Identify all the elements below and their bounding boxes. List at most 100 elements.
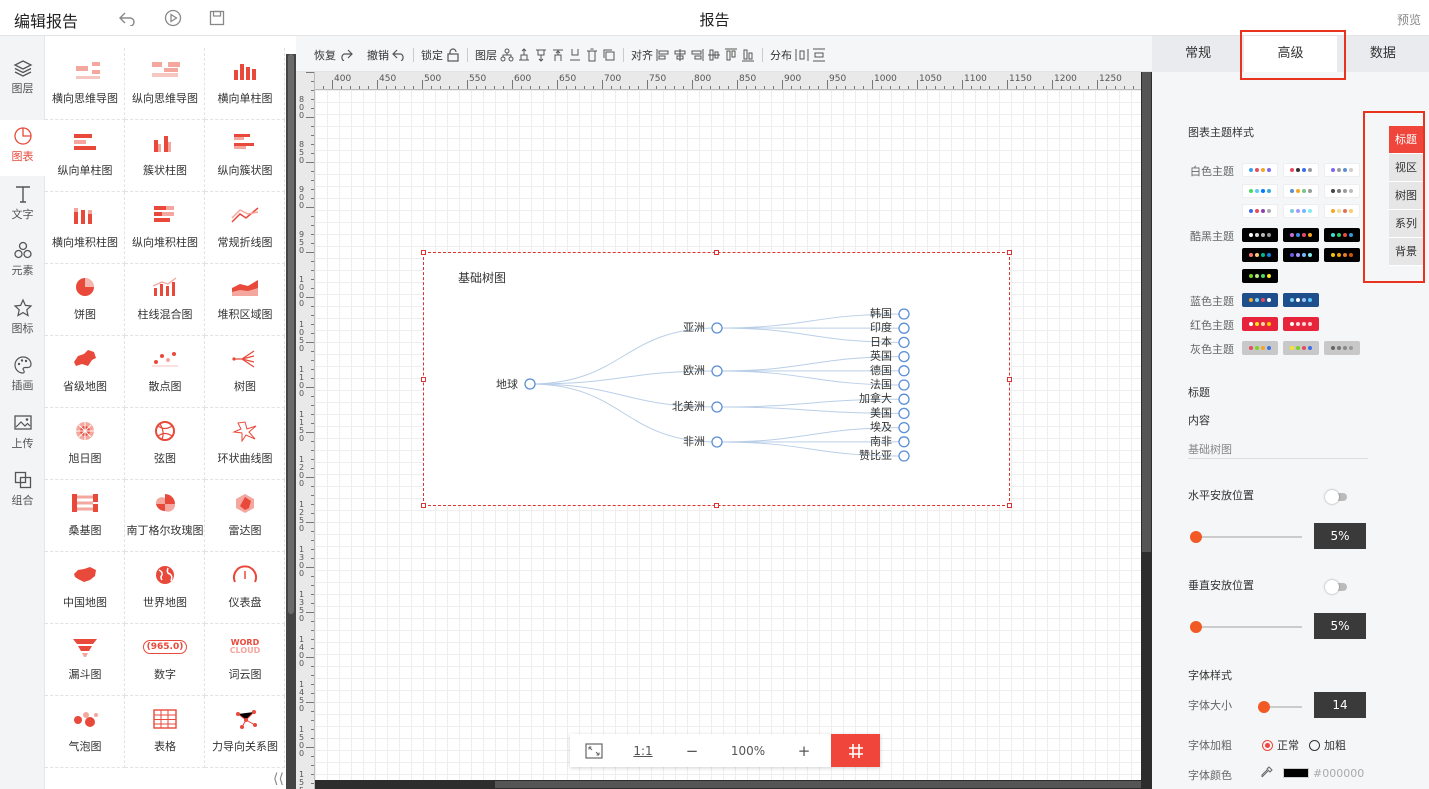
canvas-hscroll-thumb[interactable]	[495, 781, 1141, 788]
font-color-hex[interactable]: #000000	[1313, 767, 1364, 780]
tree-node-country[interactable]	[898, 379, 910, 391]
palette-item-clustered-bar-v[interactable]: 纵向簇状图	[205, 120, 285, 192]
palette-item-scatter[interactable]: 散点图	[125, 336, 205, 408]
redo-button[interactable]: 恢复	[314, 47, 336, 63]
font-size-value[interactable]: 14	[1314, 692, 1366, 718]
theme-swatch[interactable]	[1283, 184, 1319, 198]
theme-swatch[interactable]	[1283, 293, 1319, 307]
vertical-position-value[interactable]: 5%	[1314, 613, 1366, 639]
send-to-bottom-icon[interactable]	[568, 48, 582, 62]
send-down-icon[interactable]	[534, 48, 548, 62]
theme-swatch[interactable]	[1242, 163, 1278, 177]
canvas-vertical-scrollbar[interactable]	[1141, 72, 1152, 789]
palette-item-table[interactable]: 表格	[125, 696, 205, 768]
canvas-vscroll-thumb[interactable]	[1142, 72, 1151, 552]
tree-node-country[interactable]	[898, 350, 910, 363]
font-color-swatch[interactable]	[1283, 768, 1309, 778]
align-center-h-icon[interactable]	[673, 48, 687, 62]
tree-node-continent[interactable]	[711, 436, 723, 448]
save-icon[interactable]	[208, 9, 226, 27]
redo-icon[interactable]	[339, 49, 353, 61]
palette-item-bar-line-combo[interactable]: 柱线混合图	[125, 264, 205, 336]
palette-item-wordcloud[interactable]: WORD CLOUD 词云图	[205, 624, 285, 696]
theme-swatch[interactable]	[1242, 317, 1278, 331]
delete-icon[interactable]	[585, 48, 599, 62]
palette-scroll-thumb[interactable]	[288, 54, 294, 614]
vertical-position-slider[interactable]	[1190, 621, 1302, 633]
tree-node-continent[interactable]	[711, 322, 723, 334]
canvas-horizontal-scrollbar[interactable]	[315, 780, 1141, 789]
align-middle-v-icon[interactable]	[707, 48, 721, 62]
radio-normal[interactable]	[1262, 739, 1273, 751]
theme-swatch[interactable]	[1324, 248, 1360, 262]
vertical-position-toggle[interactable]	[1325, 580, 1347, 594]
palette-item-bar-h-single[interactable]: 横向单柱图	[205, 48, 285, 120]
undo-arrow-icon[interactable]	[118, 9, 136, 27]
grid-toggle-icon[interactable]	[831, 734, 880, 767]
align-button[interactable]: 对齐	[631, 47, 653, 63]
distribute-button[interactable]: 分布	[770, 47, 792, 63]
theme-swatch[interactable]	[1283, 163, 1319, 177]
theme-swatch[interactable]	[1324, 184, 1360, 198]
palette-item-nightingale-rose[interactable]: 南丁格尔玫瑰图	[125, 480, 205, 552]
layer-tree-icon[interactable]	[500, 48, 514, 62]
tree-node-country[interactable]	[898, 322, 910, 334]
theme-swatch[interactable]	[1242, 184, 1278, 198]
nav-item-group[interactable]: 组合	[0, 464, 45, 520]
undo-button[interactable]: 撤销	[367, 47, 389, 63]
horizontal-position-value[interactable]: 5%	[1314, 523, 1366, 549]
tree-node-continent[interactable]	[711, 365, 723, 377]
palette-scrollbar[interactable]	[286, 54, 296, 789]
palette-item-bar-v-single[interactable]: 纵向单柱图	[45, 120, 125, 192]
palette-item-tree[interactable]: 树图	[205, 336, 285, 408]
palette-item-china-map[interactable]: 中国地图	[45, 552, 125, 624]
palette-item-stacked-area[interactable]: 堆积区域图	[205, 264, 285, 336]
tree-node-country[interactable]	[898, 336, 910, 349]
tree-node-country[interactable]	[898, 450, 910, 462]
nav-item-icons[interactable]: 图标	[0, 292, 45, 348]
theme-swatch[interactable]	[1242, 341, 1278, 355]
palette-item-line[interactable]: 常规折线图	[205, 192, 285, 264]
palette-item-pie[interactable]: 饼图	[45, 264, 125, 336]
distribute-h-icon[interactable]	[795, 48, 809, 62]
nav-item-text[interactable]: 文字	[0, 178, 45, 234]
eyedropper-icon[interactable]	[1260, 765, 1274, 782]
theme-swatch[interactable]	[1324, 204, 1360, 218]
theme-swatch[interactable]	[1324, 163, 1360, 177]
tab-general[interactable]: 常规	[1152, 36, 1244, 72]
palette-item-world-map[interactable]: 世界地图	[125, 552, 205, 624]
copy-icon[interactable]	[602, 48, 616, 62]
palette-item-stacked-bar-h[interactable]: 横向堆积柱图	[45, 192, 125, 264]
lock-button[interactable]: 锁定	[421, 47, 443, 63]
horizontal-position-toggle[interactable]	[1325, 490, 1347, 504]
theme-swatch[interactable]	[1283, 317, 1319, 331]
preview-button[interactable]: 预览	[1397, 11, 1421, 28]
zoom-out-button[interactable]: −	[668, 734, 716, 767]
align-right-icon[interactable]	[690, 48, 704, 62]
palette-item-gauge[interactable]: 仪表盘	[205, 552, 285, 624]
align-top-icon[interactable]	[724, 48, 738, 62]
tree-node-country[interactable]	[898, 436, 910, 448]
theme-swatch[interactable]	[1242, 228, 1278, 242]
distribute-v-icon[interactable]	[812, 48, 826, 62]
tree-node-root[interactable]	[524, 378, 536, 390]
tree-chart-widget[interactable]: 基础树图 地球 亚洲 韩国 印度 日本 欧洲 英国 德国 法国 北美洲 加拿大 美国 非洲 埃及 南非 赞比亚	[421, 250, 1012, 508]
palette-item-ring-curve[interactable]: 环状曲线图	[205, 408, 285, 480]
theme-swatch[interactable]	[1283, 248, 1319, 262]
collapse-panel-icon[interactable]: ⟨⟨	[273, 771, 284, 787]
play-icon[interactable]	[164, 9, 182, 27]
align-bottom-icon[interactable]	[741, 48, 755, 62]
layer-button[interactable]: 图层	[475, 47, 497, 63]
palette-item-number[interactable]: (965.0) 数字	[125, 624, 205, 696]
theme-swatch[interactable]	[1242, 248, 1278, 262]
tab-data[interactable]: 数据	[1337, 36, 1429, 72]
radio-bold[interactable]	[1309, 739, 1320, 751]
tree-node-continent[interactable]	[711, 401, 723, 413]
font-size-slider[interactable]	[1258, 701, 1302, 713]
tree-node-country[interactable]	[898, 407, 910, 420]
theme-swatch[interactable]	[1324, 228, 1360, 242]
palette-item-funnel[interactable]: 漏斗图	[45, 624, 125, 696]
nav-item-elements[interactable]: 元素	[0, 234, 45, 290]
palette-item-clustered-bar[interactable]: 簇状柱图	[125, 120, 205, 192]
theme-swatch[interactable]	[1242, 269, 1278, 283]
